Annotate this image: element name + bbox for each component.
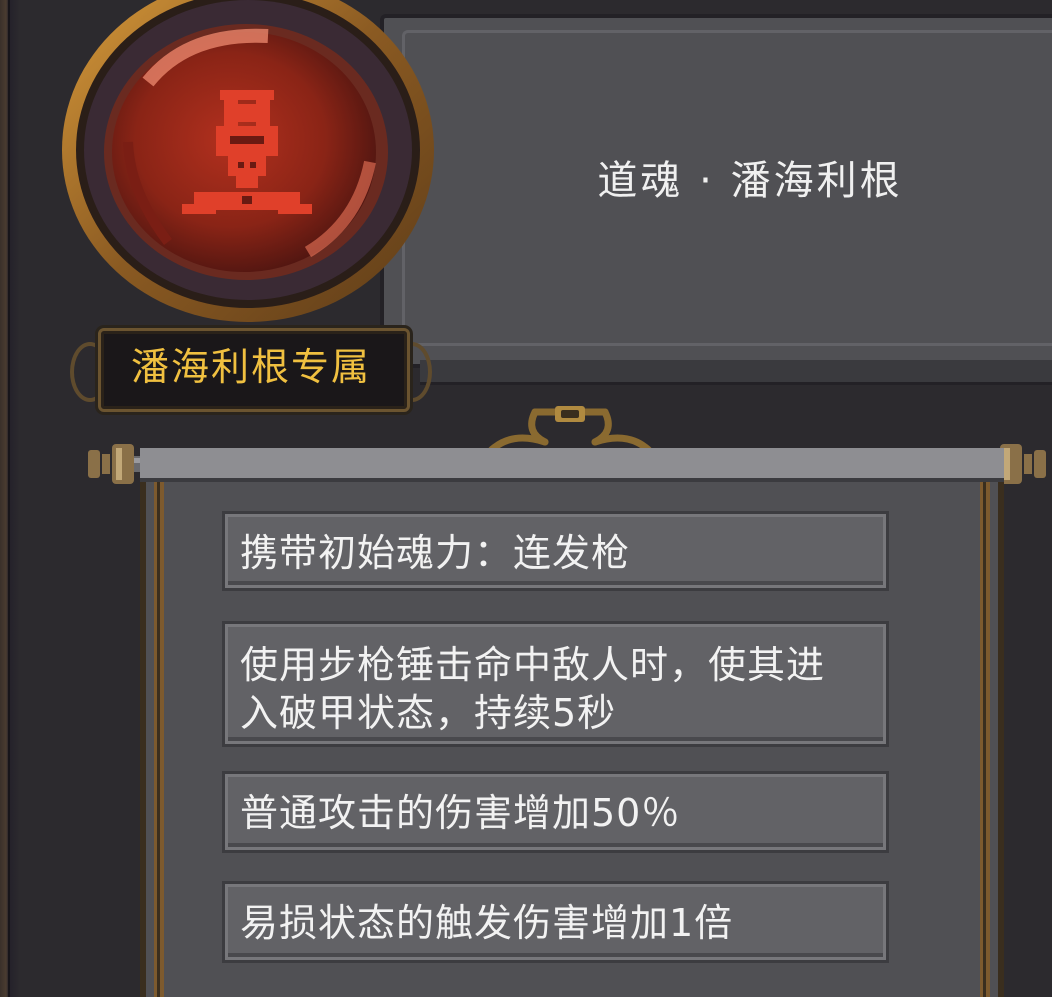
effect-box-2: 使用步枪锤击命中敌人时，使其进入破甲状态，持续5秒 (225, 624, 886, 744)
effect-box-3: 普通攻击的伤害增加50％ (225, 774, 886, 850)
effect-text: 普通攻击的伤害增加50％ (240, 791, 681, 835)
effect-text: 使用步枪锤击命中敌人时，使其进入破甲状态，持续5秒 (240, 643, 826, 735)
scroll-paper-top-edge (140, 448, 1004, 482)
left-frame-edge (0, 0, 20, 997)
effect-box-1: 携带初始魂力：连发枪 (225, 514, 886, 588)
exclusive-tag-plate: 潘海利根专属 (70, 322, 432, 414)
header-panel-lip (420, 360, 1052, 385)
effect-text: 携带初始魂力：连发枪 (240, 531, 631, 575)
skill-title: 道魂 · 潘海利根 (597, 158, 903, 204)
effect-text: 易损状态的触发伤害增加1倍 (240, 901, 734, 945)
exclusive-tag-label: 潘海利根专属 (130, 345, 371, 389)
soul-emblem (58, 0, 446, 322)
effect-box-4: 易损状态的触发伤害增加1倍 (225, 884, 886, 960)
red-helmet-emblem-icon (62, 0, 434, 322)
